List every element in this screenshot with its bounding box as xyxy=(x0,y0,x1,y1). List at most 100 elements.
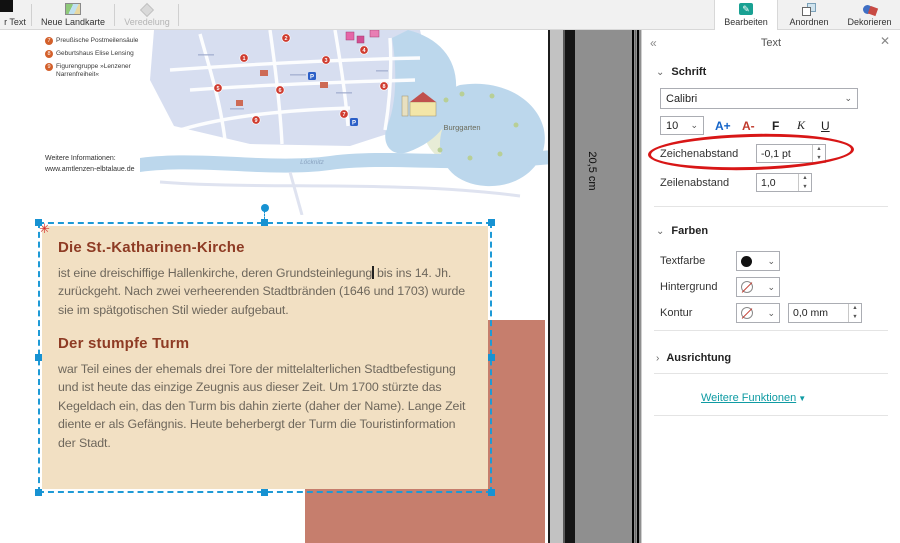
outline-label: Kontur xyxy=(660,307,692,319)
font-size-value: 10 xyxy=(666,120,678,132)
panel-title: Text xyxy=(642,37,900,49)
bold-button[interactable]: F xyxy=(772,116,779,135)
svg-text:P: P xyxy=(352,121,356,127)
svg-text:1: 1 xyxy=(242,56,245,62)
underline-button[interactable]: U xyxy=(821,116,830,135)
outline-width-value[interactable]: 0,0 mm xyxy=(789,304,848,322)
river-label: Löcknitz xyxy=(300,159,325,166)
divider xyxy=(654,206,888,207)
section-header-schrift[interactable]: ⌄Schrift xyxy=(656,66,706,78)
italic-button[interactable]: K xyxy=(797,116,805,135)
background-color-label: Hintergrund xyxy=(660,281,717,293)
ruler-measurement-label: 20,5 cm xyxy=(586,141,598,201)
handle-sw[interactable] xyxy=(35,489,42,496)
spinner: ▲ ▼ xyxy=(848,304,861,322)
toolbar-tab-anordnen[interactable]: Anordnen xyxy=(780,0,838,30)
handle-n[interactable] xyxy=(261,219,268,226)
background-color-dropdown[interactable]: ⌄ xyxy=(736,277,780,297)
veredelung-icon xyxy=(140,3,154,17)
city-map-object[interactable]: P P 1 2 3 4 5 6 7 8 9 Burggarten Löck xyxy=(140,30,548,215)
outline-width-input[interactable]: 0,0 mm ▲ ▼ xyxy=(788,303,862,323)
gutter-line xyxy=(632,30,634,543)
no-color-icon xyxy=(741,307,753,319)
legend-item-text: Figurengruppe »Lenzener Narrenfreiheit« xyxy=(56,63,145,79)
legend-info: Weitere Informationen: www.amtlenzen-elb… xyxy=(45,154,135,175)
chevron-down-icon: ⌄ xyxy=(767,282,775,293)
handle-s[interactable] xyxy=(261,489,268,496)
spinner-up-icon[interactable]: ▲ xyxy=(799,174,811,183)
toolbar-item-label: Veredelung xyxy=(124,17,170,27)
divider xyxy=(654,330,888,331)
spinner: ▲ ▼ xyxy=(812,145,825,162)
section-header-ausrichtung[interactable]: ›Ausrichtung xyxy=(656,352,731,364)
ribbon-toolbar: r Text Neue Landkarte Veredelung ✎ Bearb… xyxy=(0,0,900,30)
arrange-icon xyxy=(802,3,817,15)
letter-spacing-input[interactable]: -0,1 pt ▲ ▼ xyxy=(756,144,826,163)
document-canvas[interactable]: P P 1 2 3 4 5 6 7 8 9 Burggarten Löck xyxy=(0,30,548,543)
no-color-icon xyxy=(741,281,753,293)
more-functions-link[interactable]: Weitere Funktionen▼ xyxy=(701,392,806,404)
textbox-paragraph-1: ist eine dreischiffige Hallenkirche, der… xyxy=(58,264,472,319)
corner-black-square xyxy=(0,0,13,12)
chevron-down-icon: ⌄ xyxy=(844,93,852,104)
increase-font-button[interactable]: A+ xyxy=(715,116,731,135)
font-size-select[interactable]: 10 ⌄ xyxy=(660,116,704,135)
spinner-up-icon[interactable]: ▲ xyxy=(813,145,825,154)
handle-e[interactable] xyxy=(488,354,495,361)
legend-item: 9 Figurengruppe »Lenzener Narrenfreiheit… xyxy=(45,63,145,79)
decrease-font-button[interactable]: A- xyxy=(742,116,755,135)
legend-item-text: Geburtshaus Elise Lensing xyxy=(56,50,134,58)
toolbar-item-label: Anordnen xyxy=(789,17,828,27)
svg-text:9: 9 xyxy=(254,118,257,124)
svg-text:8: 8 xyxy=(382,84,385,90)
text-color-dropdown[interactable]: ⌄ xyxy=(736,251,780,271)
spinner-down-icon[interactable]: ▼ xyxy=(813,154,825,163)
toolbar-item-label: Dekorieren xyxy=(847,17,891,27)
handle-nw[interactable] xyxy=(35,219,42,226)
toolbar-separator xyxy=(31,4,32,26)
legend-item-text: Preußische Postmeilensäule xyxy=(56,37,138,45)
rotation-handle[interactable] xyxy=(261,204,269,212)
chevron-down-icon: ⌄ xyxy=(656,226,664,237)
handle-ne[interactable] xyxy=(488,219,495,226)
selected-textbox[interactable]: ✳ Die St.-Katharinen-Kirche ist eine dre… xyxy=(42,226,488,489)
city-map: P P 1 2 3 4 5 6 7 8 9 Burggarten Löck xyxy=(140,30,548,215)
textbox-heading-1: Die St.-Katharinen-Kirche xyxy=(58,239,472,256)
link-dropdown-icon: ▼ xyxy=(798,394,806,403)
toolbar-separator xyxy=(178,4,179,26)
park-label: Burggarten xyxy=(443,123,480,132)
line-spacing-label: Zeilenabstand xyxy=(660,177,729,189)
spinner-down-icon[interactable]: ▼ xyxy=(849,313,861,322)
divider xyxy=(654,415,888,416)
textbox-heading-2: Der stumpfe Turm xyxy=(58,335,472,352)
toolbar-item-label: Neue Landkarte xyxy=(41,17,105,27)
spinner-up-icon[interactable]: ▲ xyxy=(849,304,861,313)
handle-se[interactable] xyxy=(488,489,495,496)
letter-spacing-value[interactable]: -0,1 pt xyxy=(757,145,812,162)
spinner-down-icon[interactable]: ▼ xyxy=(799,183,811,192)
page-gutter: 20,5 cm xyxy=(548,30,641,543)
toolbar-item-neue-landkarte[interactable]: Neue Landkarte xyxy=(34,0,112,30)
text-properties-panel: « Text ✕ ⌄Schrift Calibri ⌄ 10 ⌄ A+ A- F… xyxy=(641,30,900,543)
line-spacing-input[interactable]: 1,0 ▲ ▼ xyxy=(756,173,812,192)
outline-color-dropdown[interactable]: ⌄ xyxy=(736,303,780,323)
toolbar-tab-bearbeiten[interactable]: ✎ Bearbeiten xyxy=(714,0,778,30)
legend-marker: 7 xyxy=(45,37,53,45)
divider xyxy=(654,373,888,374)
close-icon[interactable]: ✕ xyxy=(880,34,890,48)
svg-text:5: 5 xyxy=(216,86,219,92)
legend-item: 7 Preußische Postmeilensäule xyxy=(45,37,145,45)
chevron-down-icon: ⌄ xyxy=(767,256,775,267)
handle-w[interactable] xyxy=(35,354,42,361)
line-spacing-value[interactable]: 1,0 xyxy=(757,174,798,191)
toolbar-tab-dekorieren[interactable]: Dekorieren xyxy=(840,0,899,30)
toolbar-item-veredelung[interactable]: Veredelung xyxy=(118,0,176,30)
text-color-label: Textfarbe xyxy=(660,255,705,267)
font-family-select[interactable]: Calibri ⌄ xyxy=(660,88,858,109)
gutter-line xyxy=(637,30,639,543)
svg-text:P: P xyxy=(310,75,314,81)
map-legend: 7 Preußische Postmeilensäule 8 Geburtsha… xyxy=(45,37,145,85)
gutter-strip xyxy=(550,30,563,543)
textbox-paragraph-2: war Teil eines der ehemals drei Tore der… xyxy=(58,360,472,452)
section-header-farben[interactable]: ⌄Farben xyxy=(656,225,708,237)
